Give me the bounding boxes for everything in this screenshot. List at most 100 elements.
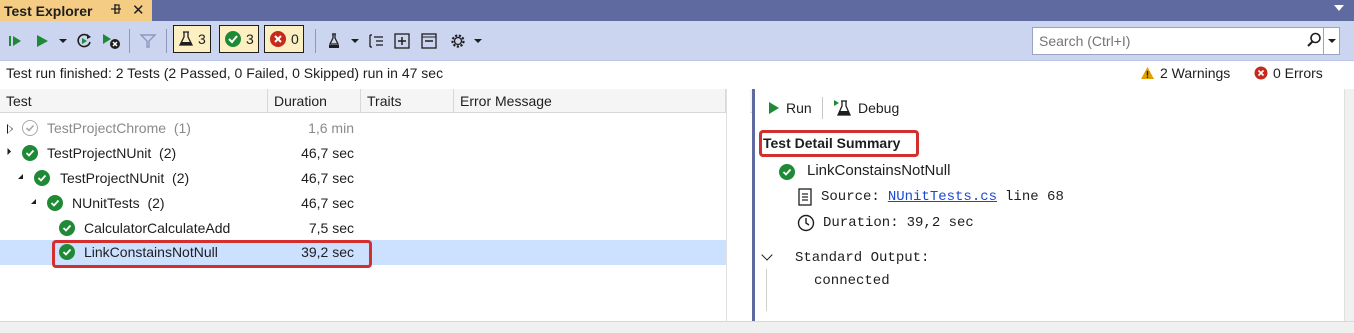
collapse-arrow-icon[interactable] bbox=[31, 199, 36, 204]
column-header-traits[interactable]: Traits bbox=[361, 89, 454, 113]
window-menu-chevron-icon[interactable] bbox=[1334, 5, 1344, 11]
expand-all-icon bbox=[394, 33, 410, 49]
expand-arrow-inner bbox=[8, 125, 12, 133]
search-input[interactable] bbox=[1033, 33, 1301, 49]
cancel-run-button[interactable] bbox=[100, 31, 122, 51]
collapse-all-button[interactable] bbox=[419, 31, 439, 51]
run-status-bar: Test run finished: 2 Tests (2 Passed, 0 … bbox=[0, 61, 1354, 86]
passed-dim-icon bbox=[22, 120, 38, 136]
warning-icon bbox=[1141, 67, 1154, 79]
warnings-indicator[interactable]: 2 Warnings bbox=[1140, 65, 1230, 81]
total-tests-counter[interactable]: 3 bbox=[173, 25, 211, 53]
collapse-arrow-icon[interactable] bbox=[18, 174, 23, 179]
clock-icon bbox=[797, 214, 815, 232]
test-duration: 46,7 sec bbox=[301, 195, 354, 211]
test-row[interactable]: TestProjectNUnit (2) 46,7 sec bbox=[0, 141, 726, 166]
tool-window-tabstrip: Test Explorer ✕ bbox=[0, 0, 1354, 21]
settings-dropdown[interactable] bbox=[473, 31, 483, 51]
run-all-button[interactable] bbox=[6, 31, 24, 51]
collapse-arrow-icon[interactable] bbox=[3, 147, 12, 156]
run-summary-text: Test run finished: 2 Tests (2 Passed, 0 … bbox=[6, 65, 444, 81]
toolbar-separator bbox=[822, 97, 823, 119]
run-label: Run bbox=[786, 100, 812, 116]
passed-icon bbox=[59, 244, 75, 260]
errors-label: 0 Errors bbox=[1273, 65, 1323, 81]
repeat-last-run-button[interactable] bbox=[75, 31, 95, 51]
passed-icon bbox=[34, 170, 50, 186]
filter-button[interactable] bbox=[138, 31, 158, 51]
search-options-dropdown[interactable] bbox=[1323, 28, 1340, 54]
detail-vertical-scrollbar[interactable] bbox=[1344, 89, 1354, 321]
tab-test-explorer[interactable]: Test Explorer ✕ bbox=[0, 0, 152, 21]
passed-icon bbox=[779, 164, 795, 180]
playlist-icon bbox=[328, 33, 340, 48]
check-icon bbox=[225, 31, 241, 47]
file-icon bbox=[798, 188, 812, 206]
run-button[interactable]: Run bbox=[767, 97, 812, 119]
test-name: NUnitTests (2) bbox=[72, 195, 165, 211]
chevron-down-icon bbox=[1328, 39, 1336, 43]
detail-test-name: LinkConstainsNotNull bbox=[807, 162, 951, 179]
duration-value: 39,2 sec bbox=[906, 215, 974, 231]
test-row[interactable]: NUnitTests (2) 46,7 sec bbox=[0, 191, 726, 216]
vertical-scrollbar[interactable] bbox=[726, 89, 750, 321]
playlist-button[interactable] bbox=[323, 31, 345, 51]
chevron-down-icon bbox=[59, 39, 67, 43]
error-icon bbox=[1254, 66, 1268, 80]
debug-flask-icon bbox=[834, 100, 852, 116]
expand-all-button[interactable] bbox=[392, 31, 412, 51]
test-duration: 46,7 sec bbox=[301, 145, 354, 161]
passed-icon bbox=[22, 145, 38, 161]
search-box[interactable] bbox=[1032, 27, 1340, 55]
collapse-chevron-icon[interactable] bbox=[761, 249, 773, 261]
test-row[interactable]: CalculatorCalculateAdd 7,5 sec bbox=[0, 216, 726, 241]
playlist-dropdown[interactable] bbox=[350, 31, 360, 51]
close-icon[interactable]: ✕ bbox=[132, 1, 145, 19]
test-duration: 46,7 sec bbox=[301, 170, 354, 186]
column-header-test[interactable]: Test bbox=[0, 89, 268, 113]
passed-count: 3 bbox=[246, 31, 254, 47]
failed-tests-counter[interactable]: 0 bbox=[264, 25, 304, 53]
test-name: TestProjectNUnit (2) bbox=[47, 145, 177, 161]
test-duration: 7,5 sec bbox=[308, 220, 354, 236]
errors-indicator[interactable]: 0 Errors bbox=[1254, 65, 1323, 81]
filter-icon bbox=[139, 34, 157, 48]
pin-icon[interactable] bbox=[110, 2, 122, 19]
group-by-button[interactable] bbox=[366, 31, 386, 51]
standard-output-label: Standard Output: bbox=[795, 250, 930, 266]
duration-line: Duration: 39,2 sec bbox=[797, 214, 974, 232]
total-count: 3 bbox=[198, 31, 206, 47]
collapse-all-icon bbox=[421, 33, 437, 49]
warnings-label: 2 Warnings bbox=[1160, 65, 1231, 81]
column-header-error-message[interactable]: Error Message bbox=[454, 89, 726, 113]
test-row-selected[interactable]: LinkConstainsNotNull 39,2 sec bbox=[0, 240, 726, 268]
settings-button[interactable] bbox=[447, 31, 469, 51]
test-list-panel: Test Duration Traits Error Message TestP… bbox=[0, 89, 752, 321]
column-header-duration[interactable]: Duration bbox=[268, 89, 361, 113]
run-button[interactable] bbox=[33, 31, 51, 51]
source-line-number: line 68 bbox=[1005, 189, 1064, 205]
cancel-run-icon bbox=[103, 34, 120, 49]
chevron-down-icon bbox=[351, 39, 359, 43]
standard-output-value: connected bbox=[814, 273, 890, 289]
run-dropdown[interactable] bbox=[58, 31, 68, 51]
debug-button[interactable]: Debug bbox=[833, 97, 899, 119]
passed-tests-counter[interactable]: 3 bbox=[219, 25, 259, 53]
detail-summary-title: Test Detail Summary bbox=[763, 135, 901, 151]
flask-icon bbox=[178, 31, 194, 46]
toolbar-separator bbox=[166, 29, 167, 53]
settings-icon bbox=[451, 34, 465, 48]
source-file-link[interactable]: NUnitTests.cs bbox=[888, 189, 997, 205]
bottom-border bbox=[0, 321, 1354, 333]
tree-guide-line bbox=[766, 269, 767, 311]
test-row[interactable]: TestProjectChrome (1) 1,6 min bbox=[0, 116, 726, 141]
test-row[interactable]: TestProjectNUnit (2) 46,7 sec bbox=[0, 166, 726, 191]
toolbar-separator bbox=[315, 29, 316, 53]
test-duration: 1,6 min bbox=[308, 120, 354, 136]
test-duration: 39,2 sec bbox=[301, 244, 354, 260]
search-icon[interactable] bbox=[1306, 32, 1322, 51]
source-label: Source: bbox=[821, 189, 880, 205]
source-line: Source: NUnitTests.cs line 68 bbox=[797, 188, 1064, 206]
error-icon bbox=[270, 31, 286, 47]
group-icon bbox=[369, 34, 383, 48]
